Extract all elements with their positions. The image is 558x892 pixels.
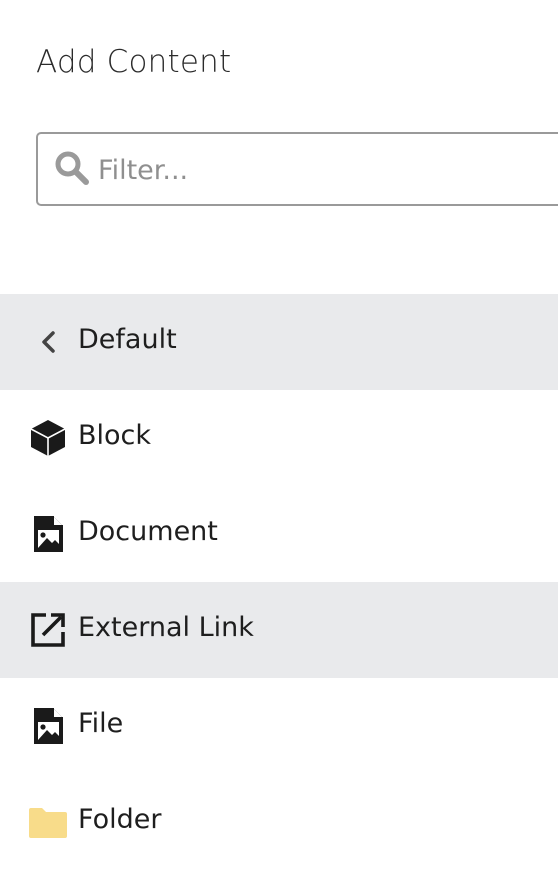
list-item-document[interactable]: Document	[0, 486, 558, 582]
content-type-list: Default Block Document External Link Fil…	[0, 294, 558, 870]
page-title: Add Content	[36, 44, 232, 80]
list-item-folder[interactable]: Folder	[0, 774, 558, 870]
cube-icon	[30, 420, 66, 456]
list-item-label: Document	[78, 516, 218, 547]
list-item-label: File	[78, 708, 124, 739]
list-item-block[interactable]: Block	[0, 390, 558, 486]
list-item-file[interactable]: File	[0, 678, 558, 774]
back-item-label: Default	[78, 324, 177, 355]
folder-icon	[29, 808, 67, 838]
list-item-label: Folder	[78, 804, 162, 835]
search-field[interactable]	[36, 132, 558, 206]
list-item-external-link[interactable]: External Link	[0, 582, 558, 678]
list-item-label: Block	[78, 420, 152, 451]
add-content-panel: Add Content Default Block	[0, 0, 558, 892]
file-image-icon	[34, 708, 63, 744]
back-item-default[interactable]: Default	[0, 294, 558, 390]
search-input[interactable]	[98, 146, 538, 194]
external-link-icon	[31, 613, 65, 647]
list-item-label: External Link	[78, 612, 254, 643]
search-icon	[55, 151, 89, 185]
chevron-left-icon	[42, 331, 55, 353]
document-image-icon	[34, 516, 63, 552]
